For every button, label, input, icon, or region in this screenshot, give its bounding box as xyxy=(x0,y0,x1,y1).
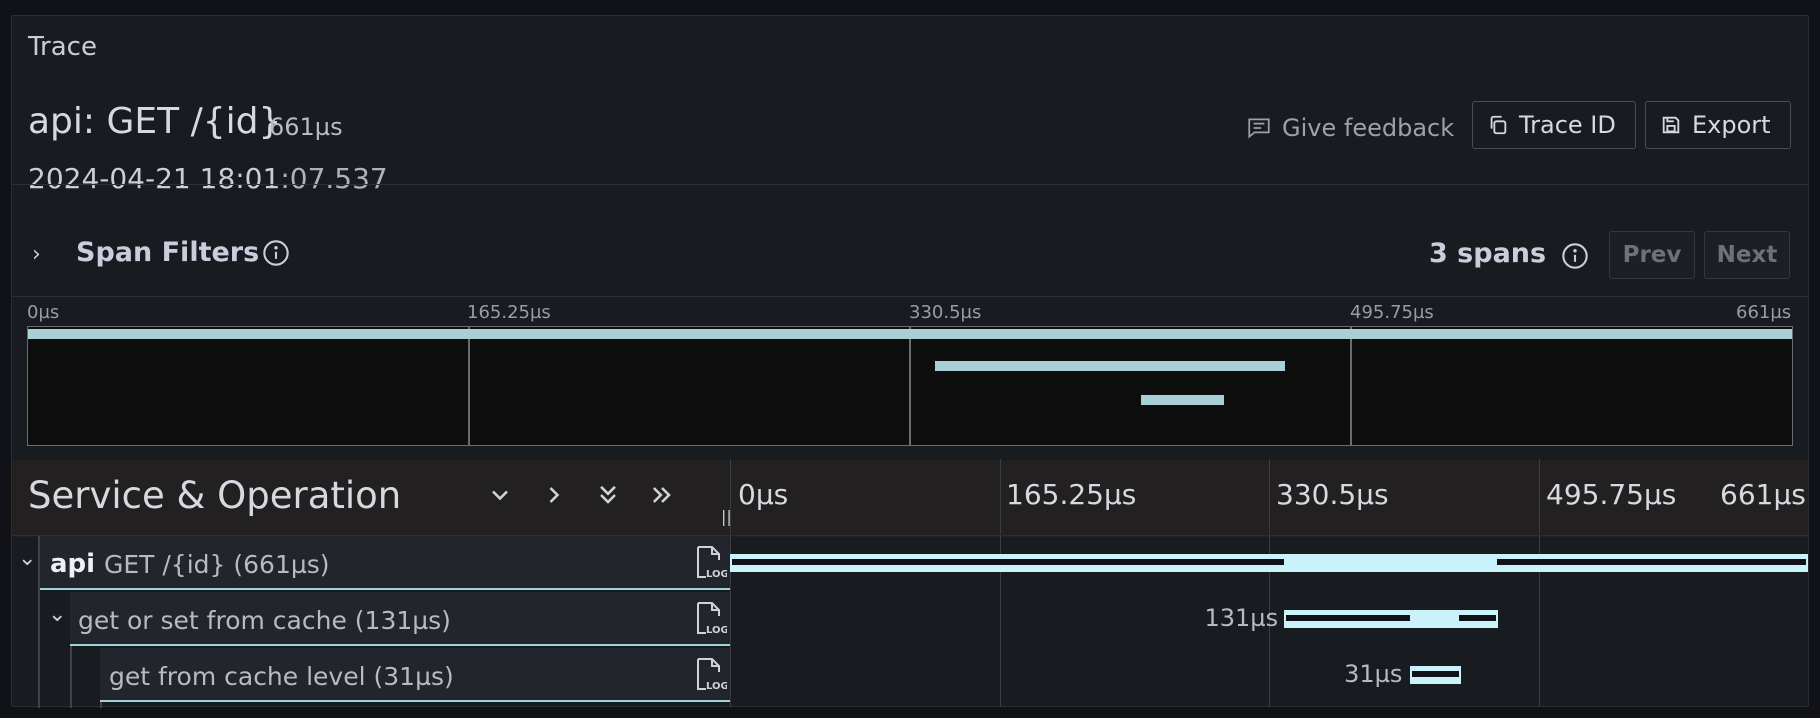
timeline-gridline xyxy=(1000,459,1001,707)
span-bar[interactable] xyxy=(1284,610,1499,628)
span-bar[interactable] xyxy=(730,554,1808,572)
span-bar-inner xyxy=(1497,559,1806,565)
minimap-gridline xyxy=(1350,327,1352,445)
span-duration-label: 31µs xyxy=(1344,660,1403,688)
timeline-tick: 0µs xyxy=(738,478,789,511)
timeline-tick: 165.25µs xyxy=(1006,478,1137,511)
log-icon[interactable]: LOG xyxy=(693,656,727,692)
minimap-gridline xyxy=(909,327,911,445)
timeline-gridline xyxy=(1539,459,1540,707)
header-divider xyxy=(12,184,1808,185)
panel-title: Trace xyxy=(28,32,97,62)
timestamp-main: 2024-04-21 18:01 xyxy=(28,162,281,195)
info-icon[interactable] xyxy=(262,239,290,267)
trace-id-button[interactable]: Trace ID xyxy=(1472,101,1636,149)
span-bar-inner xyxy=(1412,671,1459,677)
span-toggle-chevron-down-icon[interactable]: ⌄ xyxy=(18,546,36,571)
give-feedback-link[interactable]: Give feedback xyxy=(1246,110,1454,146)
save-icon xyxy=(1662,116,1680,134)
copy-icon xyxy=(1490,115,1507,135)
span-service-name: api xyxy=(50,549,96,579)
expand-all-icon[interactable] xyxy=(645,478,679,512)
span-bar-inner xyxy=(1286,615,1410,621)
timeline-tick: 495.75µs xyxy=(1546,478,1677,511)
log-icon[interactable]: LOG xyxy=(693,600,727,636)
span-bar-inner xyxy=(732,559,1285,565)
timeline-tick: 330.5µs xyxy=(1276,478,1389,511)
minimap-gridline xyxy=(468,327,470,445)
minimap-tick: 165.25µs xyxy=(467,302,551,323)
span-toggle-chevron-down-icon[interactable]: ⌄ xyxy=(48,602,66,627)
span-bar-inner xyxy=(1459,615,1497,621)
filters-divider xyxy=(12,296,1808,297)
minimap-span-bar xyxy=(935,361,1285,371)
span-bar[interactable] xyxy=(1410,666,1461,684)
collapse-one-icon[interactable] xyxy=(483,478,517,512)
span-filters-chevron-icon[interactable]: › xyxy=(32,242,41,267)
trace-name: api: GET /{id} xyxy=(28,101,282,142)
svg-text:LOG: LOG xyxy=(706,681,727,692)
log-icon[interactable]: LOG xyxy=(693,544,727,580)
minimap-tick: 330.5µs xyxy=(909,302,982,323)
minimap-span-bar xyxy=(1140,395,1224,405)
trace-duration: 661µs xyxy=(269,113,343,141)
span-filters-toggle[interactable]: Span Filters xyxy=(76,237,259,268)
collapse-all-icon[interactable] xyxy=(591,478,625,512)
svg-text:LOG: LOG xyxy=(706,625,727,636)
minimap-span-bar xyxy=(28,329,1792,339)
timeline-tick: 661µs xyxy=(1720,478,1806,511)
prev-button[interactable]: Prev xyxy=(1609,231,1695,279)
minimap-tick: 0µs xyxy=(27,302,60,323)
expand-one-icon[interactable] xyxy=(537,478,571,512)
trace-minimap[interactable] xyxy=(27,326,1793,446)
spans-info-icon[interactable] xyxy=(1561,242,1589,270)
minimap-tick: 495.75µs xyxy=(1350,302,1434,323)
trace-panel: Trace api: GET /{id} 661µs 2024-04-21 18… xyxy=(11,15,1809,708)
export-button[interactable]: Export xyxy=(1645,101,1791,149)
export-label: Export xyxy=(1692,111,1771,139)
minimap-tick: 661µs xyxy=(1736,302,1792,323)
trace-id-label: Trace ID xyxy=(1519,111,1616,139)
span-operation-name: get or set from cache (131µs) xyxy=(78,606,451,635)
span-operation-name: GET /{id} (661µs) xyxy=(104,550,330,579)
give-feedback-label: Give feedback xyxy=(1282,114,1455,142)
timestamp-seconds: :07.537 xyxy=(280,162,388,195)
next-button[interactable]: Next xyxy=(1704,231,1790,279)
span-duration-label: 131µs xyxy=(1204,604,1279,632)
svg-text:LOG: LOG xyxy=(706,569,727,580)
message-icon xyxy=(1248,118,1270,139)
timeline-gridline xyxy=(1269,459,1270,707)
service-operation-title: Service & Operation xyxy=(28,474,402,517)
span-operation-name: get from cache level (31µs) xyxy=(109,662,454,691)
timeline-gridline xyxy=(730,459,731,707)
spans-count: 3 spans xyxy=(1429,238,1547,269)
trace-timestamp: 2024-04-21 18:01:07.537 xyxy=(28,162,388,195)
